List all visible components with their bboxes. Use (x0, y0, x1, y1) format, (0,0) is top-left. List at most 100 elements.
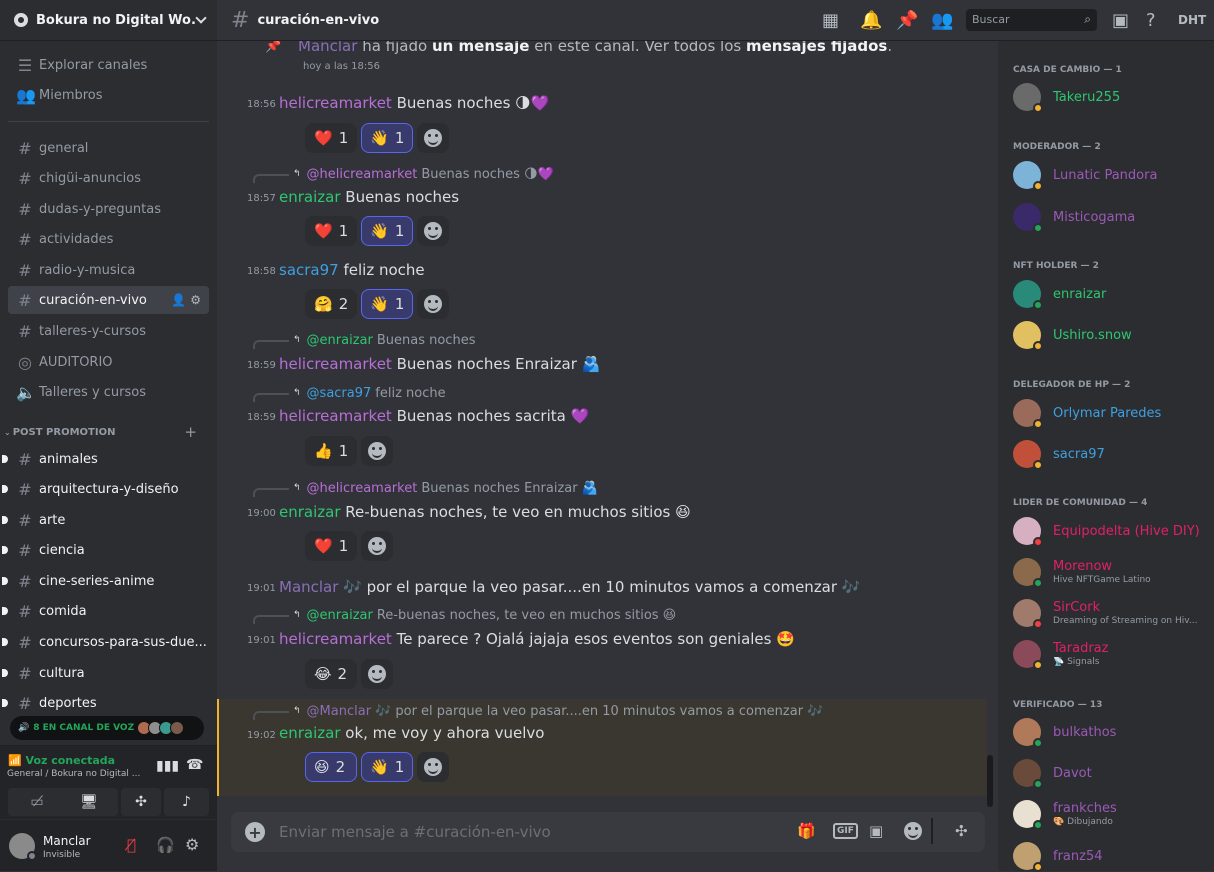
member-item[interactable]: Morenow Hive NFTGame Latino (1013, 558, 1203, 588)
reaction[interactable]: ❤️ 1 (305, 216, 358, 246)
stage-auditorio[interactable]: ◎ AUDITORIO (8, 348, 209, 376)
members-link[interactable]: 👥 Miembros (8, 81, 209, 109)
channel-comida[interactable]: # comida (2, 597, 209, 625)
member-item[interactable]: frankches 🎨 Dibujando (1013, 800, 1203, 830)
member-item[interactable]: Ushiro.snow (1013, 321, 1132, 351)
inbox-icon[interactable]: ▣ (1112, 10, 1129, 31)
apps-icon[interactable]: ✣ (955, 822, 968, 840)
reply-preview[interactable]: ↰ @helicreamarket Buenas noches Enraizar 🫂 (253, 479, 598, 497)
voice-location[interactable]: General / Bokura no Digital ... (7, 769, 147, 779)
author[interactable]: helicreamarket Te parece ? Ojalá jajaja … (279, 630, 795, 648)
threads-icon[interactable]: ▦ (822, 10, 839, 31)
upload-plus-icon[interactable]: + (245, 822, 265, 842)
dht-label[interactable]: DHT (1178, 13, 1206, 27)
gif-icon[interactable]: GIF (833, 823, 858, 839)
channel-curacion-en-vivo[interactable]: # curación-en-vivo 👤 ⚙ (8, 286, 209, 314)
emoji-icon[interactable] (904, 822, 922, 844)
channel-concursos[interactable]: # concursos-para-sus-due... (2, 628, 209, 656)
gift-icon[interactable]: 🎁 (797, 822, 816, 840)
reaction[interactable]: 🤗 2 (305, 289, 358, 319)
author[interactable]: Manclar 🎶 por el parque la veo pasar....… (279, 578, 861, 596)
channel-talleres[interactable]: # talleres-y-cursos (8, 317, 209, 345)
member-item[interactable]: Misticogama (1013, 203, 1135, 233)
camera-off-button[interactable]: ▭̸ (8, 788, 66, 816)
server-header[interactable]: Bokura no Digital Wo... (0, 0, 217, 41)
author[interactable]: sacra97 feliz noche (279, 261, 425, 279)
reaction[interactable]: ❤️ 1 (305, 123, 358, 153)
channel-arte[interactable]: # arte (2, 506, 209, 534)
explore-channels[interactable]: ☰ Explorar canales (8, 51, 209, 79)
voice-connected-label[interactable]: 📶 Voz conectada (8, 754, 115, 767)
author[interactable]: helicreamarket Buenas noches sacrita 💜 (279, 407, 589, 425)
channel-actividades[interactable]: # actividades (8, 225, 209, 253)
member-item[interactable]: Lunatic Pandora (1013, 161, 1157, 191)
noise-suppression-icon[interactable]: ▮▮▮ (156, 758, 179, 774)
pinned-messages-link[interactable]: mensajes fijados (746, 41, 887, 55)
reaction[interactable]: 👋 1 (361, 123, 414, 153)
add-reaction-button[interactable] (361, 436, 394, 466)
channel-cine[interactable]: # cine-series-anime (2, 567, 209, 595)
reply-preview[interactable]: ↰ @enraizar Re-buenas noches, te veo en mu… (253, 606, 676, 624)
voice-channel-pill[interactable]: 🔊 8 EN CANAL DE VOZ (10, 716, 204, 740)
headphones-icon[interactable]: 🎧 (156, 836, 175, 854)
add-reaction-button[interactable] (417, 752, 450, 782)
member-item[interactable]: SirCork Dreaming of Streaming on Hiv... (1013, 599, 1203, 629)
activity-button[interactable]: ✣ (121, 788, 161, 816)
channel-deportes[interactable]: # deportes (2, 689, 209, 717)
member-item[interactable]: Takeru255 (1013, 83, 1120, 113)
search-input[interactable]: Buscar ⌕ (966, 9, 1097, 31)
mic-muted-icon[interactable]: 🎙̸ (127, 836, 136, 854)
member-list-icon[interactable]: 👥 (931, 10, 953, 31)
channel-animales[interactable]: # animales (2, 445, 209, 473)
voice-talleres[interactable]: 🔈 Talleres y cursos (8, 378, 209, 406)
reaction[interactable]: 😂 2 (305, 659, 357, 689)
help-icon[interactable]: ? (1146, 10, 1156, 31)
member-item[interactable]: Equipodelta (Hive DIY) (1013, 517, 1200, 547)
author[interactable]: helicreamarket Buenas noches 🌗💜 (279, 94, 549, 112)
member-item[interactable]: sacra97 (1013, 440, 1105, 470)
gear-icon[interactable]: ⚙ (185, 835, 199, 854)
member-item[interactable]: bulkathos (1013, 718, 1116, 748)
category-post-promotion[interactable]: ⌄ POST PROMOTION + (4, 423, 209, 441)
author[interactable]: enraizar Buenas noches (279, 188, 459, 206)
reaction[interactable]: ❤️ 1 (305, 531, 358, 561)
channel-ciencia[interactable]: # ciencia (2, 536, 209, 564)
add-reaction-button[interactable] (417, 289, 450, 319)
author[interactable]: enraizar Re-buenas noches, te veo en muc… (279, 503, 691, 521)
reply-preview[interactable]: ↰ @sacra97 feliz noche (253, 384, 446, 402)
reply-preview[interactable]: ↰ @enraizar Buenas noches (253, 331, 475, 349)
add-reaction-button[interactable] (361, 659, 393, 689)
sticker-icon[interactable]: ▣ (869, 822, 883, 840)
author[interactable]: enraizar ok, me voy y ahora vuelvo (279, 724, 544, 742)
author[interactable]: helicreamarket Buenas noches Enraizar 🫂 (279, 355, 600, 373)
chevron-down-icon[interactable] (195, 11, 207, 24)
add-reaction-button[interactable] (361, 531, 394, 561)
add-reaction-button[interactable] (417, 216, 450, 246)
reaction[interactable]: 👋 1 (361, 216, 414, 246)
channel-radio[interactable]: # radio-y-musica (8, 256, 209, 284)
member-item[interactable]: enraizar (1013, 280, 1106, 310)
disconnect-icon[interactable]: ☎ (186, 757, 203, 773)
reply-preview[interactable]: ↰ @Manclar 🎶 por el parque la veo pasar...… (253, 702, 823, 720)
author[interactable]: Manclar (298, 41, 357, 55)
username[interactable]: Manclar (43, 834, 91, 848)
channel-general[interactable]: # general (8, 134, 209, 162)
channel-chigui-anuncios[interactable]: # chigüi-anuncios (8, 164, 209, 192)
screen-share-button[interactable]: 🖥 (60, 788, 118, 816)
member-item[interactable]: Taradraz 📡 Signals (1013, 640, 1203, 670)
add-channel-icon[interactable]: + (184, 423, 197, 441)
invite-icon[interactable]: 👤 (171, 293, 186, 307)
member-item[interactable]: Davot (1013, 759, 1092, 789)
soundboard-button[interactable]: ♪ (164, 788, 209, 816)
pinned-message-link[interactable]: un mensaje (432, 41, 529, 55)
reaction[interactable]: 😆 2 (305, 752, 357, 782)
channel-arquitectura[interactable]: # arquitectura-y-diseño (2, 475, 209, 503)
gear-icon[interactable]: ⚙ (190, 293, 201, 307)
scrollbar[interactable] (987, 755, 993, 807)
pin-icon[interactable]: 📌 (896, 10, 918, 31)
channel-cultura[interactable]: # cultura (2, 659, 209, 687)
message-input[interactable]: + Enviar mensaje a #curación-en-vivo 🎁 G… (231, 812, 985, 852)
add-reaction-button[interactable] (417, 123, 450, 153)
member-item[interactable]: Orlymar Paredes (1013, 399, 1161, 429)
reaction[interactable]: 👍 1 (305, 436, 358, 466)
